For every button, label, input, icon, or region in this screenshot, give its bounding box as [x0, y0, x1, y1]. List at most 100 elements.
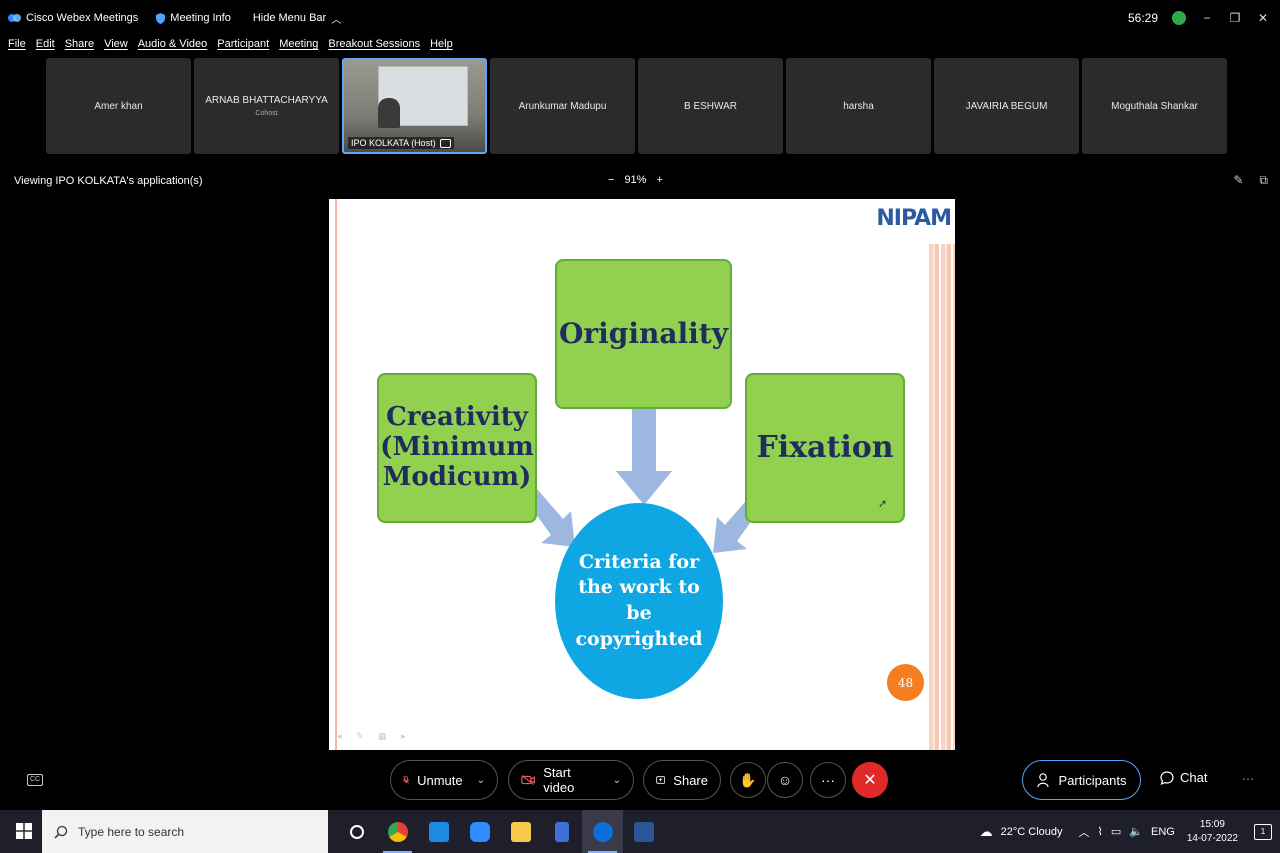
person-icon — [1036, 773, 1049, 788]
slide-toolbar-icons: ◂ ✎ ▦ ▸ — [337, 731, 412, 741]
participant-tile[interactable]: harsha — [786, 58, 931, 154]
participant-tile[interactable]: JAVAIRIA BEGUM — [934, 58, 1079, 154]
chat-button[interactable]: Chat — [1160, 770, 1207, 785]
unmute-button[interactable]: Unmute ⌄ — [390, 760, 498, 800]
annotate-icon[interactable]: ✎ — [1233, 173, 1243, 188]
zoom-level: 91% — [624, 174, 647, 186]
chevron-down-icon[interactable]: ⌄ — [477, 775, 485, 786]
chat-bubble-icon — [1160, 770, 1174, 785]
box-creativity: Creativity (Minimum Modicum) — [377, 373, 537, 523]
mouse-cursor-icon: ➚ — [878, 498, 888, 510]
cloud-icon: ☁ — [979, 823, 993, 839]
zoom-out-button[interactable]: − — [608, 174, 614, 186]
screen-share-icon — [439, 138, 451, 148]
language-indicator[interactable]: ENG — [1151, 826, 1175, 838]
system-tray: ☁ 22°C Cloudy ︿ ⌇ ▭ 🔈 ENG 15:09 14-07-20… — [980, 810, 1280, 853]
network-icon[interactable]: ⌇ — [1098, 825, 1103, 838]
taskbar-clock[interactable]: 15:09 14-07-2022 — [1187, 818, 1238, 846]
meeting-timer: 56:29 — [1127, 11, 1158, 25]
participant-name: B ESHWAR — [684, 100, 737, 112]
windows-start-icon[interactable] — [16, 823, 32, 839]
menu-participant[interactable]: Participant — [217, 38, 269, 56]
participant-tile[interactable]: Moguthala Shankar — [1082, 58, 1227, 154]
participant-tile[interactable]: ARNAB BHATTACHARYYA Cohost — [194, 58, 339, 154]
host-name-label: IPO KOLKATA (Host) — [348, 137, 454, 149]
battery-icon[interactable]: ▭ — [1111, 825, 1121, 838]
box-originality: Originality — [555, 259, 732, 409]
weather-label[interactable]: 22°C Cloudy — [1001, 826, 1063, 838]
menu-share[interactable]: Share — [65, 38, 94, 56]
participant-name: Amer khan — [94, 100, 143, 112]
viewing-label: Viewing IPO KOLKATA's application(s) — [14, 175, 203, 187]
meeting-controls: CC Unmute ⌄ Start video ⌄ Share ✋ ☺ ··· … — [0, 758, 1280, 806]
connection-status-icon — [1172, 11, 1186, 25]
volume-icon[interactable]: 🔈 — [1129, 825, 1143, 838]
start-video-button[interactable]: Start video ⌄ — [508, 760, 634, 800]
tray-chevron-up-icon[interactable]: ︿ — [1079, 824, 1090, 840]
search-icon — [54, 825, 68, 839]
zoom-control: − 91% + — [608, 174, 663, 186]
participants-button[interactable]: Participants — [1022, 760, 1141, 800]
nipam-logo: NIPAM — [876, 206, 952, 231]
app-name: Cisco Webex Meetings — [26, 12, 139, 24]
menu-file[interactable]: File — [8, 38, 26, 56]
participant-tile-host[interactable]: IPO KOLKATA (Host) — [342, 58, 487, 154]
app-icon-blue[interactable] — [541, 810, 582, 853]
taskbar-search-box[interactable]: Type here to search — [42, 810, 328, 853]
pop-out-icon[interactable]: ⧉ — [1259, 173, 1268, 188]
chevron-up-icon: ︿ — [331, 14, 342, 26]
hide-menu-label: Hide Menu Bar — [252, 12, 327, 24]
slide-left-border — [335, 199, 337, 750]
arrow-down — [616, 409, 672, 505]
chrome-icon[interactable] — [377, 810, 418, 853]
webex-taskbar-icon[interactable] — [582, 810, 623, 853]
file-explorer-icon[interactable] — [500, 810, 541, 853]
raise-hand-icon: ✋ — [739, 771, 757, 788]
zoom-app-icon[interactable] — [459, 810, 500, 853]
minimize-icon[interactable]: − — [1200, 11, 1214, 25]
menu-audio-video[interactable]: Audio & Video — [138, 38, 208, 56]
video-off-icon — [521, 775, 535, 785]
hide-menu-bar-button[interactable]: Hide Menu Bar ︿ — [253, 11, 341, 26]
close-icon[interactable]: ✕ — [1256, 11, 1270, 25]
participant-name: Moguthala Shankar — [1111, 100, 1198, 112]
participant-name: harsha — [843, 100, 874, 112]
notification-center-icon[interactable]: 1 — [1254, 823, 1272, 840]
zoom-in-button[interactable]: + — [656, 174, 662, 186]
participant-strip: Amer khan ARNAB BHATTACHARYYA Cohost IPO… — [46, 58, 1227, 154]
share-button[interactable]: Share — [643, 760, 721, 800]
chevron-down-icon[interactable]: ⌄ — [613, 775, 621, 786]
restore-icon[interactable]: ❐ — [1228, 11, 1242, 25]
menu-help[interactable]: Help — [430, 38, 453, 56]
mail-icon[interactable] — [418, 810, 459, 853]
slide-decor-stripes — [929, 244, 955, 750]
share-view-bar: Viewing IPO KOLKATA's application(s) − 9… — [0, 168, 1280, 194]
raise-hand-button[interactable]: ✋ — [730, 762, 766, 798]
menu-edit[interactable]: Edit — [36, 38, 55, 56]
title-bar: Cisco Webex Meetings Meeting Info Hide M… — [0, 0, 1280, 36]
end-meeting-button[interactable]: ✕ — [852, 762, 888, 798]
cortana-icon[interactable] — [336, 810, 377, 853]
taskbar-apps — [336, 810, 664, 853]
overflow-menu-icon[interactable]: ⋯ — [1242, 772, 1254, 786]
participant-tile[interactable]: Amer khan — [46, 58, 191, 154]
menu-view[interactable]: View — [104, 38, 128, 56]
search-placeholder: Type here to search — [78, 824, 185, 839]
menu-meeting[interactable]: Meeting — [279, 38, 318, 56]
webex-logo-icon — [8, 14, 21, 22]
reactions-button[interactable]: ☺ — [767, 762, 803, 798]
slide-page-number: 48 — [887, 664, 924, 701]
captions-icon[interactable]: CC — [27, 774, 43, 786]
criteria-circle: Criteria for the work to be copyrighted — [555, 503, 723, 699]
windows-taskbar: Type here to search ☁ 22°C Cloudy ︿ ⌇ ▭ … — [0, 810, 1280, 853]
meeting-info-label: Meeting Info — [170, 12, 231, 24]
participant-tile[interactable]: B ESHWAR — [638, 58, 783, 154]
meeting-info-button[interactable]: Meeting Info — [156, 12, 231, 24]
word-icon[interactable] — [623, 810, 664, 853]
menu-breakout-sessions[interactable]: Breakout Sessions — [328, 38, 420, 56]
app-title: Cisco Webex Meetings — [8, 12, 138, 24]
participant-tile[interactable]: Arunkumar Madupu — [490, 58, 635, 154]
shield-icon — [156, 12, 166, 24]
participant-role: Cohost — [255, 110, 278, 117]
more-options-button[interactable]: ··· — [810, 762, 846, 798]
